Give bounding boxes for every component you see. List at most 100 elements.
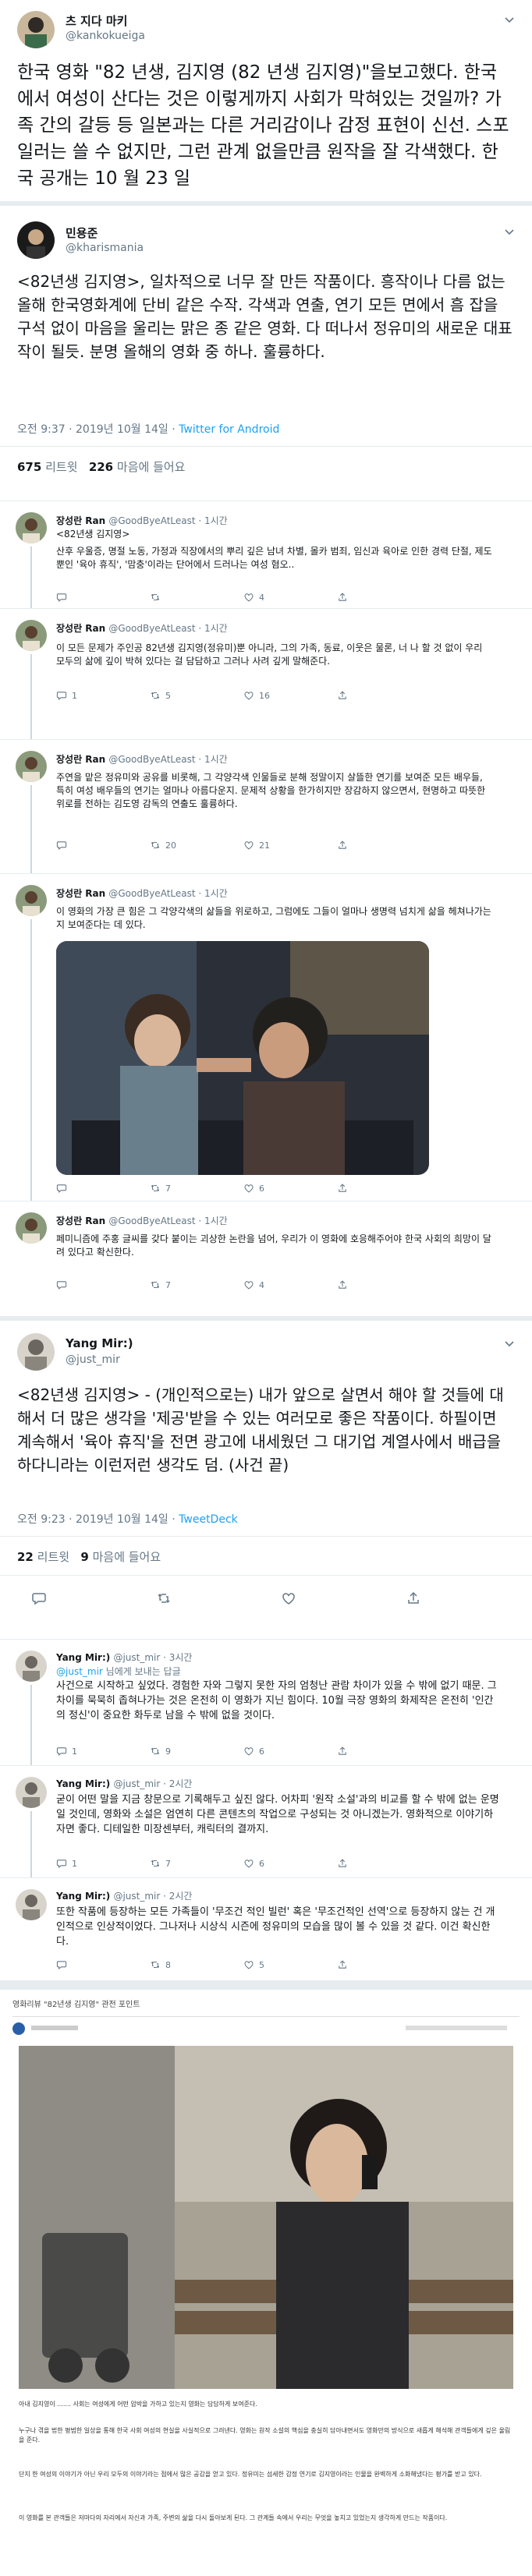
retweet-button[interactable]: 7 bbox=[150, 1279, 243, 1290]
tweet-source[interactable]: Twitter for Android bbox=[179, 423, 279, 436]
user-handle[interactable]: @kharismania bbox=[66, 242, 144, 254]
like-count[interactable]: 9 bbox=[80, 1550, 88, 1564]
comment-button[interactable] bbox=[56, 1279, 150, 1290]
retweet-button[interactable]: 7 bbox=[150, 1858, 243, 1869]
comment-button[interactable] bbox=[56, 1959, 150, 1970]
chevron-down-icon[interactable] bbox=[504, 1338, 515, 1349]
retweet-button[interactable]: 7 bbox=[150, 1183, 243, 1194]
like-button[interactable]: 6 bbox=[243, 1858, 337, 1869]
retweet-label[interactable]: 리트윗 bbox=[37, 1550, 69, 1564]
reply-context: @just_mir 님에게 보내는 답글 bbox=[56, 1666, 181, 1677]
avatar[interactable] bbox=[16, 1777, 47, 1808]
user-handle[interactable]: @kankokueiga bbox=[66, 30, 145, 42]
reply-tweet[interactable]: 장성란 Ran @GoodByeAtLeast · 1시간 이 영화의 가장 큰… bbox=[0, 873, 532, 1201]
display-name[interactable]: Yang Mir:) bbox=[66, 1336, 133, 1350]
reply-author[interactable]: 장성란 Ran @GoodByeAtLeast · 1시간 bbox=[56, 514, 228, 527]
tweet-photo[interactable] bbox=[56, 941, 429, 1175]
retweet-count[interactable]: 675 bbox=[17, 460, 41, 474]
like-button[interactable]: 4 bbox=[243, 1279, 337, 1290]
avatar[interactable] bbox=[16, 1212, 47, 1244]
like-count[interactable]: 226 bbox=[89, 460, 113, 474]
article-paragraph: 누구나 겪을 법한 평범한 일상을 통해 한국 사회 여성의 현실을 사실적으로… bbox=[19, 2427, 511, 2443]
avatar[interactable] bbox=[16, 1889, 47, 1920]
retweet-button[interactable]: 8 bbox=[150, 1959, 243, 1970]
retweet-button[interactable]: 5 bbox=[150, 690, 243, 701]
reply-text: 산후 우울증, 명절 노동, 가정과 직장에서의 뿌리 깊은 남녀 차별, 몰카… bbox=[56, 546, 492, 570]
reply-author[interactable]: 장성란 Ran @GoodByeAtLeast · 1시간 bbox=[56, 1214, 228, 1227]
retweet-count[interactable]: 22 bbox=[17, 1550, 34, 1564]
comment-button[interactable] bbox=[56, 1183, 150, 1194]
avatar[interactable] bbox=[16, 1651, 47, 1682]
share-button[interactable] bbox=[337, 840, 348, 851]
avatar[interactable] bbox=[16, 751, 47, 782]
like-button[interactable]: 5 bbox=[243, 1959, 337, 1970]
reply-tweet[interactable]: 장성란 Ran @GoodByeAtLeast · 1시간 주연을 맡은 정유미… bbox=[0, 739, 532, 874]
tweet-time[interactable]: 오전 9:23 · 2019년 10월 14일 · bbox=[17, 1513, 179, 1526]
like-button[interactable] bbox=[281, 1591, 406, 1606]
share-button[interactable] bbox=[337, 1746, 348, 1757]
retweet-button[interactable] bbox=[150, 592, 243, 603]
avatar[interactable] bbox=[16, 885, 47, 916]
reply-author[interactable]: 장성란 Ran @GoodByeAtLeast · 1시간 bbox=[56, 886, 228, 900]
share-button[interactable] bbox=[337, 592, 348, 603]
share-button[interactable] bbox=[337, 1959, 348, 1970]
reply-author[interactable]: Yang Mir:) @just_mir · 3시간 bbox=[56, 1651, 192, 1664]
reply-actions: 4 bbox=[56, 592, 348, 603]
comment-button[interactable]: 1 bbox=[56, 1858, 150, 1869]
reply-author[interactable]: 장성란 Ran @GoodByeAtLeast · 1시간 bbox=[56, 752, 228, 766]
retweet-icon bbox=[151, 1747, 160, 1755]
reply-author[interactable]: 장성란 Ran @GoodByeAtLeast · 1시간 bbox=[56, 621, 228, 635]
user-handle[interactable]: @just_mir bbox=[66, 1353, 120, 1366]
reply-tweet[interactable]: 장성란 Ran @GoodByeAtLeast · 1시간 이 모든 문제가 주… bbox=[0, 608, 532, 740]
reply-tweet[interactable]: Yang Mir:) @just_mir · 2시간 또한 작품에 등장하는 모… bbox=[0, 1877, 532, 1980]
reply-author[interactable]: Yang Mir:) @just_mir · 2시간 bbox=[56, 1889, 192, 1902]
comment-button[interactable]: 1 bbox=[56, 690, 150, 701]
reply-author[interactable]: Yang Mir:) @just_mir · 2시간 bbox=[56, 1777, 192, 1790]
chevron-down-icon[interactable] bbox=[504, 226, 515, 237]
comment-button[interactable]: 1 bbox=[56, 1746, 150, 1757]
reply-text: 이 모든 문제가 주인공 82년생 김지영(정유미)뿐 아니라, 그의 가족, … bbox=[56, 642, 483, 667]
share-button[interactable] bbox=[337, 690, 348, 701]
reply-actions: 1 7 6 bbox=[56, 1858, 348, 1869]
like-button[interactable]: 4 bbox=[243, 592, 337, 603]
share-button[interactable] bbox=[337, 1858, 348, 1869]
display-name[interactable]: 민용준 bbox=[66, 225, 98, 241]
tweet-source[interactable]: TweetDeck bbox=[179, 1513, 238, 1526]
avatar[interactable] bbox=[17, 221, 55, 259]
like-button[interactable]: 21 bbox=[243, 840, 337, 851]
tweet-timestamp: 오전 9:23 · 2019년 10월 14일 · TweetDeck bbox=[17, 1511, 238, 1527]
like-button[interactable]: 6 bbox=[243, 1183, 337, 1194]
comment-button[interactable] bbox=[31, 1591, 156, 1606]
chevron-down-icon[interactable] bbox=[504, 14, 515, 25]
retweet-button[interactable]: 9 bbox=[150, 1746, 243, 1757]
comment-button[interactable] bbox=[56, 840, 150, 851]
reply-tweet[interactable]: 장성란 Ran @GoodByeAtLeast · 1시간 <82년생 김지영>… bbox=[0, 501, 532, 609]
display-name[interactable]: 츠 지다 마키 bbox=[66, 12, 127, 29]
like-label[interactable]: 마음에 들어요 bbox=[117, 460, 186, 474]
retweet-button[interactable]: 20 bbox=[150, 840, 243, 851]
reply-tweet[interactable]: Yang Mir:) @just_mir · 2시간 굳이 어떤 말을 지금 창… bbox=[0, 1765, 532, 1878]
tweet-time[interactable]: 오전 9:37 · 2019년 10월 14일 · bbox=[17, 423, 179, 436]
avatar[interactable] bbox=[17, 11, 55, 48]
mention-link[interactable]: @just_mir bbox=[56, 1666, 103, 1677]
share-button[interactable] bbox=[337, 1279, 348, 1290]
share-icon bbox=[408, 1591, 419, 1604]
comment-button[interactable] bbox=[56, 592, 150, 603]
avatar[interactable] bbox=[16, 620, 47, 651]
share-button[interactable] bbox=[406, 1591, 421, 1606]
retweet-button[interactable] bbox=[156, 1591, 281, 1606]
like-label[interactable]: 마음에 들어요 bbox=[93, 1550, 161, 1564]
avatar[interactable] bbox=[16, 512, 47, 543]
like-button[interactable]: 6 bbox=[243, 1746, 337, 1757]
reply-text: 이 영화의 가장 큰 힘은 그 각양각색의 삶들을 위로하고, 그럼에도 그들이… bbox=[56, 906, 491, 930]
article-paragraph: 이 영화를 본 관객들은 저마다의 자리에서 자신과 가족, 주변의 삶을 다시… bbox=[19, 2514, 448, 2521]
tweet-card: Yang Mir:) @just_mir <82년생 김지영> - (개인적으로… bbox=[0, 1321, 532, 1639]
retweet-label[interactable]: 리트윗 bbox=[45, 460, 77, 474]
reply-text: 페미니즘에 주홍 글씨를 갖다 붙이는 괴상한 논란을 넘어, 우리가 이 영화… bbox=[56, 1233, 491, 1258]
share-button[interactable] bbox=[337, 1183, 348, 1194]
like-button[interactable]: 16 bbox=[243, 690, 337, 701]
avatar[interactable] bbox=[17, 1333, 55, 1371]
reply-tweet[interactable]: Yang Mir:) @just_mir · 3시간 @just_mir 님에게… bbox=[0, 1639, 532, 1766]
reply-text: 사건으로 시작하고 싶었다. 경험한 자와 그렇지 못한 자의 엄청난 관람 차… bbox=[56, 1680, 497, 1721]
reply-tweet[interactable]: 장성란 Ran @GoodByeAtLeast · 1시간 페미니즘에 주홍 글… bbox=[0, 1201, 532, 1316]
